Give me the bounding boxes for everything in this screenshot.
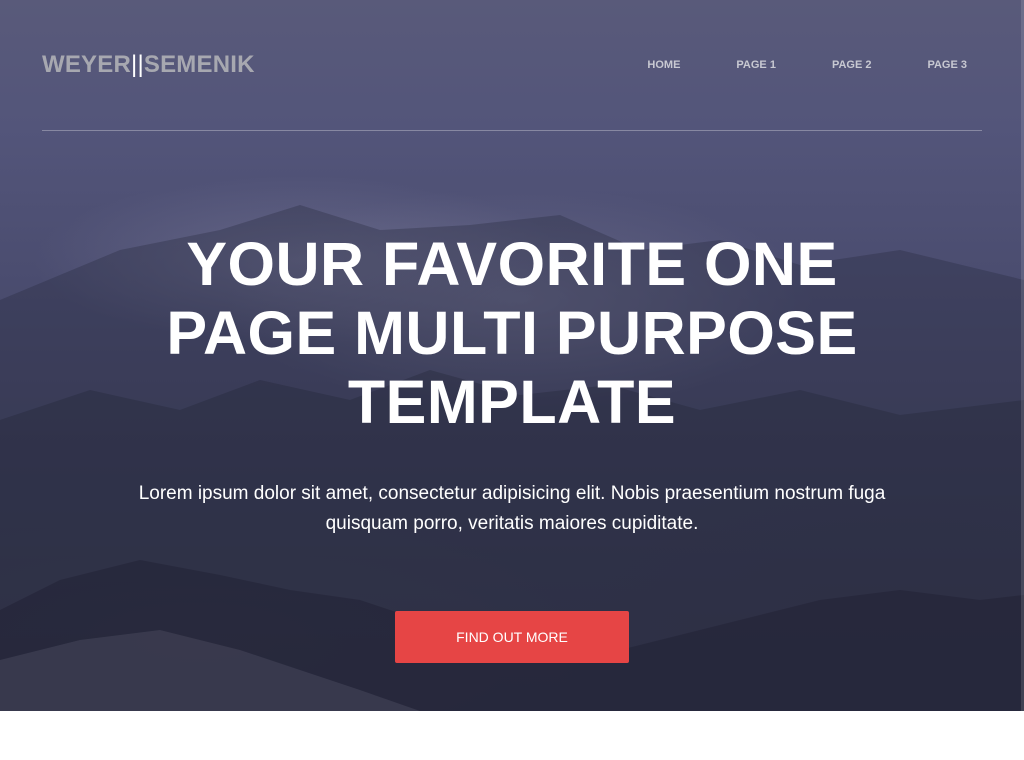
hero-title: YOUR FAVORITE ONE PAGE MULTI PURPOSE TEM… [166,230,858,436]
hero-lead-text: Lorem ipsum dolor sit amet, consectetur … [138,483,886,534]
nav-item-page-1[interactable]: PAGE 1 [736,57,776,73]
nav-item-page-2[interactable]: PAGE 2 [832,57,872,73]
nav-menu: HOME PAGE 1 PAGE 2 PAGE 3 [591,57,967,73]
hero-content: YOUR FAVORITE ONE PAGE MULTI PURPOSE TEM… [0,230,1024,539]
brand-left: WEYER [42,51,132,78]
find-out-more-button[interactable]: FIND OUT MORE [395,611,629,663]
hero-section: WEYER||SEMENIK HOME PAGE 1 PAGE 2 PAGE 3… [0,0,1024,711]
navbar: WEYER||SEMENIK HOME PAGE 1 PAGE 2 PAGE 3 [42,0,982,131]
brand-separator: || [131,51,144,78]
nav-item-home[interactable]: HOME [647,57,680,73]
brand-right: SEMENIK [143,51,255,78]
brand-logo[interactable]: WEYER||SEMENIK [42,50,255,80]
nav-item-page-3[interactable]: PAGE 3 [927,57,967,73]
